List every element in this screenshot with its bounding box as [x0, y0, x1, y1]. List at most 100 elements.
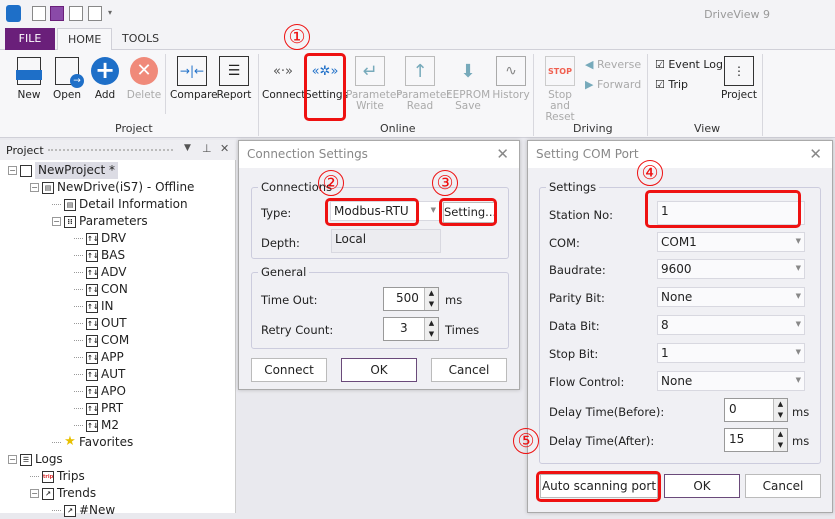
ok-button[interactable]: OK	[664, 474, 740, 498]
com-setting-select[interactable]: None ▼	[657, 287, 805, 307]
history-button[interactable]: ∿ History	[492, 54, 530, 101]
tab-file[interactable]: FILE	[5, 28, 55, 50]
com-setting-select[interactable]: 9600 ▼	[657, 259, 805, 279]
reverse-label: Reverse	[596, 58, 642, 71]
tree-connector	[74, 340, 83, 341]
spinner-arrows-icon[interactable]: ▲ ▼	[773, 399, 787, 421]
chevron-down-icon: ▼	[795, 264, 801, 272]
tree-item[interactable]: ↑↓ ADV	[74, 264, 126, 281]
add-button[interactable]: + Add	[88, 54, 122, 101]
annotation-marker: ⑤	[513, 428, 539, 454]
tree-item-label: Parameters	[79, 214, 148, 228]
tree-item[interactable]: ↑↓ BAS	[74, 247, 125, 264]
retry-spinner[interactable]: 3 ▲ ▼	[383, 317, 439, 341]
tree-item[interactable]: ↑↓ M2	[74, 417, 119, 434]
param-group-icon: ↑↓	[86, 385, 99, 398]
tree-item[interactable]: ↑↓ CON	[74, 281, 128, 298]
customize-toolbar-icon[interactable]: ▾	[108, 8, 112, 17]
tab-home[interactable]: HOME	[57, 28, 113, 51]
collapse-icon[interactable]: −	[52, 217, 61, 226]
tree-item[interactable]: − ⁞⁞ Parameters	[52, 213, 148, 230]
tree-item-label: ADV	[101, 265, 127, 279]
timeout-spinner[interactable]: 500 ▲ ▼	[383, 287, 439, 311]
stop-reset-button[interactable]: STOP Stop and Reset	[538, 54, 582, 123]
close-icon[interactable]: ✕	[496, 145, 509, 163]
divider	[165, 54, 166, 114]
collapse-icon[interactable]: −	[8, 455, 17, 464]
tree-item[interactable]: ↑↓ AUT	[74, 366, 125, 383]
annotation-marker: ②	[318, 170, 344, 196]
cancel-button[interactable]: Cancel	[745, 474, 821, 498]
event-log-checkbox[interactable]: ☑ Event Log	[655, 58, 723, 71]
divider	[762, 54, 763, 136]
parameter-write-button[interactable]: ↵ Parameter Write	[346, 54, 401, 112]
open-button[interactable]: → Open	[50, 54, 84, 101]
cancel-button[interactable]: Cancel	[431, 358, 507, 382]
tree-item-label: Trends	[57, 486, 97, 500]
trip-checkbox[interactable]: ☑ Trip	[655, 78, 688, 91]
connect-quick-icon[interactable]	[69, 6, 83, 21]
collapse-icon[interactable]: −	[30, 489, 39, 498]
tree-item[interactable]: ↑↓ COM	[74, 332, 129, 349]
timeout-value: 500	[396, 291, 419, 305]
new-button[interactable]: New	[12, 54, 46, 101]
collapse-icon[interactable]: −	[8, 166, 17, 175]
tree-item[interactable]: ★ Favorites	[52, 434, 133, 451]
spinner-arrows-icon[interactable]: ▲ ▼	[424, 318, 438, 340]
connect-button[interactable]: «·» Connect	[262, 54, 305, 101]
delay-after-spinner[interactable]: 15 ▲ ▼	[724, 428, 788, 452]
com-setting-select[interactable]: COM1 ▼	[657, 232, 805, 252]
group-online-label: Online	[380, 122, 416, 135]
tree-item[interactable]: − NewProject *	[8, 162, 119, 179]
parameter-read-button[interactable]: ↑ Parameter Read	[396, 54, 451, 112]
collapse-icon[interactable]: −	[30, 183, 39, 192]
delete-button[interactable]: ✕ Delete	[126, 54, 162, 101]
tree-connector	[74, 306, 83, 307]
pin-icon[interactable]: ⊥	[202, 142, 212, 155]
save-icon[interactable]	[50, 6, 64, 21]
connect-icon: «·»	[272, 63, 294, 79]
tree-item[interactable]: ↗ #New	[52, 502, 115, 519]
tree-connector	[74, 408, 83, 409]
delay-before-spinner[interactable]: 0 ▲ ▼	[724, 398, 788, 422]
dropdown-icon[interactable]: ▼	[184, 143, 191, 153]
project-tree-icon: ⋮	[724, 56, 754, 86]
tree-item[interactable]: ↑↓ DRV	[74, 230, 126, 247]
annotation-highlight	[325, 198, 419, 226]
ok-button[interactable]: OK	[341, 358, 417, 382]
drag-grip[interactable]	[48, 149, 173, 151]
tree-item[interactable]: ↑↓ APO	[74, 383, 126, 400]
new-file-icon[interactable]	[32, 6, 46, 21]
reverse-button[interactable]: ◀ Reverse	[585, 58, 641, 71]
project-view-button[interactable]: ⋮ Project	[720, 54, 758, 101]
tab-tools[interactable]: TOOLS	[112, 28, 169, 50]
close-icon[interactable]: ✕	[220, 142, 229, 155]
compare-button[interactable]: →|← Compare	[170, 54, 218, 101]
spinner-arrows-icon[interactable]: ▲ ▼	[424, 288, 438, 310]
com-setting-select[interactable]: 1 ▼	[657, 343, 805, 363]
ribbon-tabs: FILE HOME TOOLS	[0, 28, 835, 51]
app-title: DriveView 9	[704, 8, 770, 21]
forward-icon: ▶	[585, 78, 594, 91]
tree-item[interactable]: ↑↓ OUT	[74, 315, 127, 332]
dialog-title: Setting COM Port	[528, 141, 832, 168]
report-button[interactable]: ☰ Report	[216, 54, 252, 101]
param-group-icon: ↑↓	[86, 351, 99, 364]
close-icon[interactable]: ✕	[809, 145, 822, 163]
com-setting-select[interactable]: 8 ▼	[657, 315, 805, 335]
tree-item[interactable]: trip Trips	[30, 468, 85, 485]
disconnect-quick-icon[interactable]	[88, 6, 102, 21]
tree-item[interactable]: − ☰ Logs	[8, 451, 63, 468]
chevron-down-icon: ▼	[795, 348, 801, 356]
tree-item[interactable]: ▤ Detail Information	[52, 196, 188, 213]
spinner-arrows-icon[interactable]: ▲ ▼	[773, 429, 787, 451]
tree-item[interactable]: ↑↓ IN	[74, 298, 114, 315]
tree-item[interactable]: ↑↓ PRT	[74, 400, 123, 417]
tree-item[interactable]: − ▤ NewDrive(iS7) - Offline	[30, 179, 194, 196]
tree-item[interactable]: ↑↓ APP	[74, 349, 124, 366]
com-setting-select[interactable]: None ▼	[657, 371, 805, 391]
connect-button[interactable]: Connect	[251, 358, 327, 382]
eeprom-save-button[interactable]: ⬇ EEPROM Save	[446, 54, 490, 112]
tree-item[interactable]: − ↗ Trends	[30, 485, 96, 502]
forward-button[interactable]: ▶ Forward	[585, 78, 641, 91]
